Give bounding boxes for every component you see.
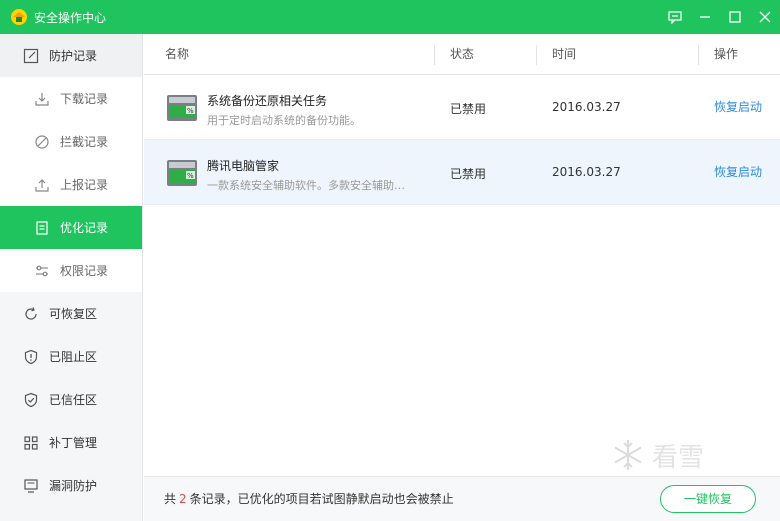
column-divider (434, 45, 435, 65)
sidebar-item-label: 权限记录 (60, 264, 109, 278)
window-title: 安全操作中心 (34, 10, 107, 25)
sidebar-item-label: 上报记录 (60, 178, 109, 192)
sidebar-item-label: 漏洞防护 (49, 479, 98, 493)
maximize-button[interactable] (720, 0, 750, 34)
row-description: 一款系统安全辅助软件。多款安全辅助… (207, 179, 405, 192)
sidebar-item-label: 已信任区 (49, 393, 98, 407)
shield-check-icon (22, 391, 40, 409)
sidebar-item-trusted-zone[interactable]: 已信任区 (0, 378, 142, 421)
minimize-icon (700, 16, 710, 18)
download-icon (33, 90, 51, 108)
column-divider (536, 45, 537, 65)
task-icon: % (167, 95, 197, 121)
sidebar-item-label: 补丁管理 (49, 436, 98, 450)
sidebar-item-label: 拦截记录 (60, 135, 109, 149)
feedback-icon (668, 10, 682, 24)
restore-start-link[interactable]: 恢复启动 (714, 98, 762, 115)
table-row[interactable]: % 系统备份还原相关任务 用于定时启动系统的备份功能。 已禁用 2016.03.… (144, 75, 780, 140)
shield-alert-icon (22, 348, 40, 366)
close-icon (759, 11, 771, 23)
sidebar-item-optimize-records[interactable]: 优化记录 (0, 206, 142, 249)
clipboard-icon (33, 219, 51, 237)
close-button[interactable] (750, 0, 780, 34)
task-icon: % (167, 160, 197, 186)
column-header-name[interactable]: 名称 (165, 34, 189, 75)
feedback-button[interactable] (660, 0, 690, 34)
record-summary: 共 2 条记录，已优化的项目若试图静默启动也会被禁止 (164, 490, 454, 507)
restore-start-link[interactable]: 恢复启动 (714, 163, 762, 180)
summary-prefix: 共 (164, 492, 177, 506)
app-logo-icon (11, 9, 27, 25)
row-time: 2016.03.27 (552, 100, 621, 114)
summary-suffix: 条记录，已优化的项目若试图静默启动也会被禁止 (189, 492, 454, 506)
monitor-icon (22, 477, 40, 495)
sidebar-item-vulnerability-protection[interactable]: 漏洞防护 (0, 464, 142, 507)
watermark-text: 看雪 (652, 442, 705, 473)
snowflake-icon (614, 440, 642, 470)
row-name: 腾讯电脑管家 (207, 159, 280, 173)
sidebar-item-protection-records[interactable]: 防护记录 (0, 34, 142, 77)
sidebar-item-label: 防护记录 (49, 49, 98, 63)
sliders-icon (33, 262, 51, 280)
title-bar: 安全操作中心 (0, 0, 780, 34)
sidebar-item-permission-records[interactable]: 权限记录 (0, 249, 142, 292)
table-row[interactable]: % 腾讯电脑管家 一款系统安全辅助软件。多款安全辅助… 已禁用 2016.03.… (144, 140, 780, 205)
sidebar-item-recoverable-zone[interactable]: 可恢复区 (0, 292, 142, 335)
sidebar-item-download-records[interactable]: 下载记录 (0, 77, 142, 120)
sidebar-item-blocked-zone[interactable]: 已阻止区 (0, 335, 142, 378)
column-divider (698, 45, 699, 65)
row-time: 2016.03.27 (552, 165, 621, 179)
row-name: 系统备份还原相关任务 (207, 94, 328, 108)
svg-text:%: % (187, 107, 194, 115)
svg-text:%: % (187, 172, 194, 180)
sidebar-item-block-records[interactable]: 拦截记录 (0, 120, 142, 163)
column-header-action: 操作 (714, 47, 739, 61)
restore-all-button[interactable]: 一键恢复 (660, 485, 756, 513)
block-icon (33, 133, 51, 151)
footer-bar: 共 2 条记录，已优化的项目若试图静默启动也会被禁止 一键恢复 (144, 476, 780, 521)
sidebar-item-patch-management[interactable]: 补丁管理 (0, 421, 142, 464)
sidebar: 防护记录 下载记录 拦截记录 上报记录 优化记录 权限记录 可恢复区 已阻止区 … (0, 34, 143, 521)
maximize-icon (729, 11, 741, 23)
grid-icon (22, 434, 40, 452)
column-header-status[interactable]: 状态 (450, 34, 474, 75)
table-header: 名称 状态 时间 操作 (144, 34, 780, 75)
watermark: 看雪 (610, 435, 770, 475)
row-description: 用于定时启动系统的备份功能。 (207, 114, 361, 127)
row-status: 已禁用 (450, 102, 487, 116)
sidebar-item-label: 下载记录 (60, 92, 109, 106)
record-count: 2 (179, 492, 187, 506)
sidebar-item-label: 优化记录 (60, 221, 109, 235)
row-status: 已禁用 (450, 167, 487, 181)
sidebar-item-report-records[interactable]: 上报记录 (0, 163, 142, 206)
column-header-time[interactable]: 时间 (552, 34, 576, 75)
minimize-button[interactable] (690, 0, 720, 34)
sidebar-item-label: 可恢复区 (49, 307, 98, 321)
refresh-icon (22, 305, 40, 323)
edit-icon (22, 47, 40, 65)
sidebar-item-label: 已阻止区 (49, 350, 98, 364)
upload-icon (33, 176, 51, 194)
